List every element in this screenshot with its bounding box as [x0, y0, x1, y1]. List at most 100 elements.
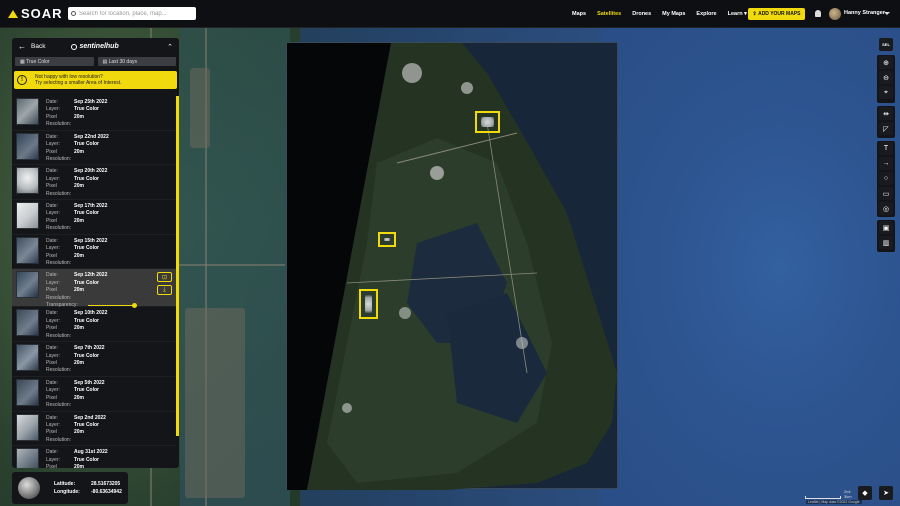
save-icon[interactable]: ▣: [879, 221, 893, 234]
main-nav: Maps Satellites Drones My Maps Explore L…: [572, 0, 758, 28]
list-item[interactable]: Date: Sep 20th 2022 Layer: True Color Pixel …: [12, 165, 176, 201]
map-scale: 2mi 3km: [805, 489, 852, 499]
add-to-map-icon[interactable]: ⊡: [157, 272, 172, 283]
latitude-label: Latitude:: [54, 481, 76, 487]
measure-tool-group: ⇹ ◸: [877, 106, 895, 138]
layer-value: True Color: [74, 352, 100, 359]
list-item[interactable]: Date: Sep 22nd 2022 Layer: True Color Pixel …: [12, 131, 176, 166]
zoom-out-icon[interactable]: ⊖: [879, 71, 893, 84]
text-icon[interactable]: T: [879, 142, 893, 155]
resolution-label: Pixel Resolution:: [46, 464, 57, 468]
layer-value: True Color: [74, 421, 100, 428]
date-label: Date:: [46, 345, 58, 352]
layer-label: Layer:: [46, 279, 60, 286]
launch-pad-marker[interactable]: [359, 289, 378, 319]
locate-button[interactable]: ➤: [879, 486, 893, 500]
user-name[interactable]: Hanny Stranger: [844, 10, 885, 16]
date-value: Sep 22nd 2022: [74, 133, 109, 140]
date-label: Date:: [46, 203, 58, 210]
launch-pad-marker[interactable]: [378, 232, 396, 247]
trash-icon[interactable]: ▥: [879, 236, 893, 249]
layer-value: True Color: [74, 210, 100, 217]
map-attribution[interactable]: Leaflet | Map data ©2022 Google: [806, 500, 862, 504]
list-item[interactable]: Date: Sep 15th 2022 Layer: True Color Pixel …: [12, 235, 176, 270]
scrollbar[interactable]: [176, 96, 179, 436]
satellite-thumbnail: [16, 309, 39, 337]
list-item[interactable]: Date: Sep 5th 2022 Layer: True Color Pixel R…: [12, 377, 176, 412]
draw-area-icon[interactable]: ◸: [879, 122, 893, 135]
circle-icon[interactable]: ○: [879, 172, 893, 185]
date-label: Date:: [46, 237, 58, 244]
chevron-down-icon[interactable]: [884, 12, 890, 15]
search-input[interactable]: [79, 10, 189, 17]
sentinelhub-icon: [71, 43, 78, 50]
date-range-value: Last 30 days: [108, 58, 137, 65]
resolution-value: 20m: [74, 359, 85, 366]
nav-maps[interactable]: Maps: [572, 11, 586, 17]
date-label: Date:: [46, 168, 58, 175]
latitude-value: 28.51673205: [91, 481, 121, 487]
rectangle-icon[interactable]: ▭: [879, 187, 893, 200]
back-button[interactable]: ← Back: [18, 42, 45, 51]
soar-logo[interactable]: SOAR: [8, 6, 64, 21]
resolution-notice: ! Not happy with low resolution? Try sel…: [14, 71, 177, 89]
list-item[interactable]: Date: Sep 17th 2022 Layer: True Color Pixel …: [12, 200, 176, 235]
zoom-in-icon[interactable]: ⊕: [879, 56, 893, 69]
nav-learn[interactable]: Learn ▾: [728, 11, 747, 17]
date-label: Date:: [46, 99, 58, 105]
resolution-label: Pixel Resolution:: [46, 252, 72, 266]
search-box[interactable]: [68, 7, 196, 20]
layer-filter-select[interactable]: ▦ True Color: [15, 57, 94, 66]
scale-bar: [805, 496, 841, 499]
layer-value: True Color: [74, 106, 100, 113]
resolution-label: Pixel Resolution:: [46, 183, 72, 197]
satellite-thumbnail: [16, 236, 39, 264]
coordinates-box: Latitude: 28.51673205 Longitude: -80.63634…: [12, 472, 128, 504]
file-tool-group: ▣ ▥: [877, 220, 895, 252]
date-label: Date:: [46, 379, 58, 386]
resolution-label: Pixel Resolution:: [46, 217, 72, 232]
resolution-label: Pixel Resolution:: [46, 113, 72, 128]
select-tool-label: SEL: [882, 42, 890, 47]
layer-value: True Color: [74, 387, 100, 394]
satellite-thumbnail: [16, 202, 39, 230]
map-town: [185, 308, 245, 498]
fit-icon[interactable]: ⌖: [879, 86, 893, 99]
point-icon[interactable]: ◎: [879, 202, 893, 215]
avatar[interactable]: [829, 8, 841, 20]
chevron-up-icon[interactable]: ⌃: [167, 43, 173, 51]
transparency-slider[interactable]: [88, 303, 137, 309]
resolution-value: 20m: [74, 464, 85, 468]
layer-label: Layer:: [46, 175, 60, 182]
add-your-maps-button[interactable]: ⇪ ADD YOUR MAPS: [748, 8, 805, 20]
satellite-image-overlay[interactable]: [286, 42, 618, 490]
nav-drones[interactable]: Drones: [632, 11, 651, 17]
filters: ▦ True Color ▤ Last 30 days: [12, 55, 179, 68]
list-item[interactable]: Date: Sep 2nd 2022 Layer: True Color Pixel R…: [12, 412, 176, 447]
satellite-thumbnail: [16, 378, 39, 406]
arrow-icon[interactable]: →: [879, 157, 893, 170]
satellite-thumbnail: [16, 448, 39, 468]
nav-my-maps[interactable]: My Maps: [662, 11, 685, 17]
list-item[interactable]: Date: Aug 31st 2022 Layer: True Color Pixel …: [12, 446, 176, 468]
satellite-thumbnail: [16, 98, 39, 125]
download-icon[interactable]: ⤓: [157, 285, 172, 296]
list-item[interactable]: Date: Sep 25th 2022 Layer: True Color Pixel …: [12, 96, 176, 131]
nav-satellites[interactable]: Satellites: [597, 11, 621, 17]
resolution-value: 20m: [74, 113, 85, 120]
satellite-thumbnail: [16, 413, 39, 441]
select-tool-button[interactable]: SEL: [879, 38, 893, 51]
list-item[interactable]: Date: Sep 7th 2022 Layer: True Color Pixel R…: [12, 342, 176, 377]
resolution-label: Pixel Resolution:: [46, 325, 72, 339]
launch-pad-marker[interactable]: [475, 111, 500, 133]
layer-value: True Color: [74, 141, 100, 148]
measure-icon[interactable]: ⇹: [879, 107, 893, 120]
resolution-label: Pixel Resolution:: [46, 394, 72, 409]
date-range-select[interactable]: ▤ Last 30 days: [97, 57, 176, 66]
bell-icon[interactable]: [815, 10, 821, 17]
list-item[interactable]: ⊡ ⤓ Date: Sep 12th 2022 Layer: True Color Pixe…: [12, 269, 176, 309]
map-ocean: [600, 28, 900, 506]
list-item[interactable]: Date: Sep 10th 2022 Layer: True Color Pixel …: [12, 307, 176, 343]
nav-explore[interactable]: Explore: [696, 11, 716, 17]
layers-toggle-button[interactable]: ◆: [858, 486, 872, 500]
